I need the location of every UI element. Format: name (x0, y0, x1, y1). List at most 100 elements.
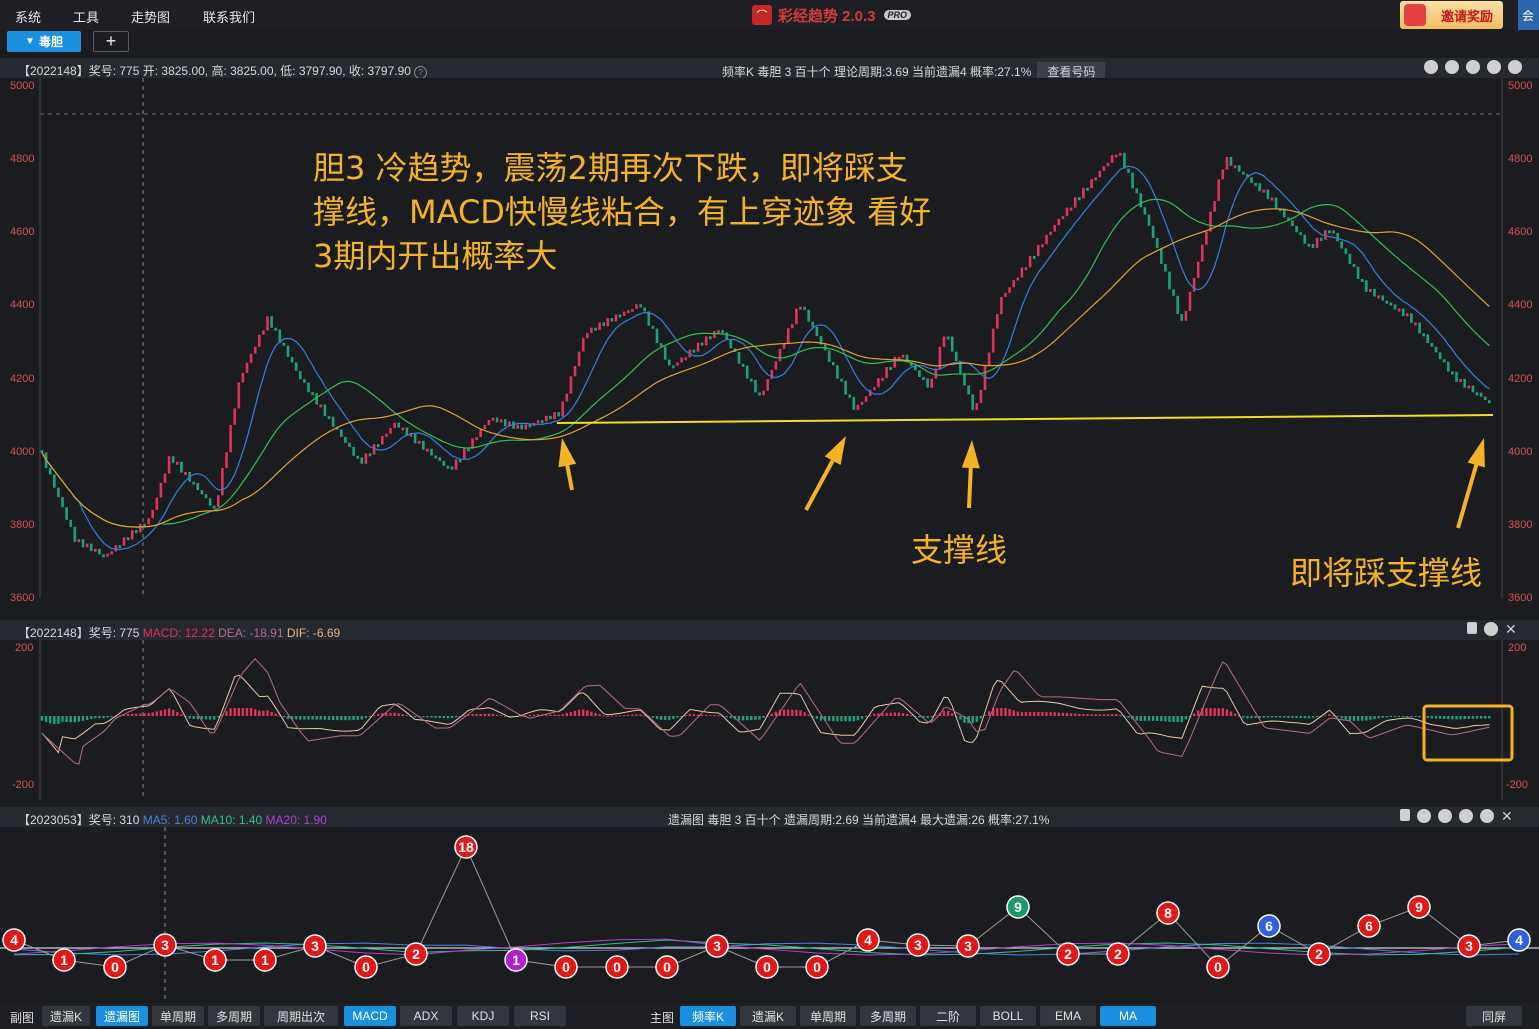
macd-bar (176, 712, 179, 716)
miss-info-prefix: 【2023053】奖号: 310 (18, 813, 143, 827)
settings-icon[interactable] (1484, 622, 1498, 636)
kline-candle (1016, 277, 1020, 281)
close-circle-icon[interactable] (1508, 60, 1522, 74)
macd-bar (73, 716, 76, 723)
main-btn-ema[interactable]: EMA (1040, 1006, 1096, 1026)
down-icon[interactable] (1487, 60, 1501, 74)
miss-point-label: 0 (111, 959, 119, 975)
macd-bar (664, 716, 667, 720)
kline-candle (1299, 232, 1302, 236)
sub-btn-single-period[interactable]: 单周期 (152, 1006, 204, 1026)
main-btn-freq-k[interactable]: 频率K (680, 1006, 736, 1026)
macd-bar (61, 716, 64, 722)
main-btn-miss-k[interactable]: 遗漏K (740, 1006, 796, 1026)
macd-bar (1287, 716, 1290, 718)
sub-btn-miss-k[interactable]: 遗漏K (42, 1006, 90, 1026)
y-tick-right: 4800 (1508, 153, 1533, 165)
same-screen-button[interactable]: 同屏 (1466, 1006, 1522, 1026)
macd-bar (1106, 714, 1110, 716)
kline-candle (741, 363, 745, 367)
macd-bar (1020, 712, 1024, 716)
kline-candle (463, 448, 466, 460)
main-btn-single-period[interactable]: 单周期 (800, 1006, 856, 1026)
kline-candle (307, 382, 310, 393)
miss-point-label: 3 (1465, 938, 1473, 954)
member-button[interactable]: 会 (1518, 0, 1539, 30)
menu-tools[interactable]: 工具 (73, 7, 99, 26)
miss-point: 3 (956, 934, 980, 958)
back-icon[interactable] (1417, 809, 1431, 823)
miss-point: 0 (655, 955, 679, 979)
kline-candle (700, 342, 704, 346)
kline-candle (967, 385, 970, 395)
kline-candle (192, 481, 195, 485)
up-icon[interactable] (1466, 60, 1480, 74)
pin-icon[interactable] (1400, 809, 1410, 821)
macd-bar (1459, 716, 1462, 720)
settings-icon[interactable] (1424, 60, 1438, 74)
macd-bar (832, 716, 835, 722)
tab-dudan[interactable]: ▼ 毒胆 (7, 31, 81, 52)
macd-bar (1315, 716, 1319, 717)
kline-candle (1217, 179, 1220, 201)
macd-bar (413, 716, 417, 717)
kline-candle (225, 452, 228, 468)
macd-bar (1270, 716, 1274, 718)
macd-bar (348, 716, 351, 721)
analysis-annotation: 胆3 冷趋势，震荡2期再次下跌，即将踩支撑线，MACD快慢线粘合，有上穿迹象 看… (313, 149, 932, 275)
macd-bar (258, 710, 261, 716)
kline-candle (635, 304, 638, 309)
sub-btn-macd[interactable]: MACD (344, 1006, 396, 1026)
main-btn-ma[interactable]: MA (1100, 1006, 1156, 1026)
kline-candle (631, 308, 634, 312)
settings-icon[interactable] (1480, 809, 1494, 823)
main-btn-second-order[interactable]: 二阶 (920, 1006, 976, 1026)
sub-btn-kdj[interactable]: KDJ (457, 1006, 509, 1026)
macd-panel-controls: ✕ (1467, 622, 1517, 636)
kline-candle (1160, 248, 1163, 264)
kline-candle (77, 539, 81, 543)
kline-candle (581, 338, 585, 352)
menu-contact[interactable]: 联系我们 (203, 7, 255, 26)
macd-bar (635, 714, 638, 716)
main-btn-boll[interactable]: BOLL (980, 1006, 1036, 1026)
macd-bar (897, 712, 901, 716)
menu-trend-chart[interactable]: 走势图 (131, 7, 170, 26)
kline-candle (446, 465, 450, 469)
pro-badge: PRO (883, 10, 912, 20)
sub-btn-adx[interactable]: ADX (400, 1006, 452, 1026)
macd-bar (344, 716, 347, 721)
close-icon[interactable]: ✕ (1501, 809, 1513, 823)
close-icon[interactable]: ✕ (1505, 622, 1517, 636)
kline-candle (659, 343, 663, 347)
sub-btn-rsi[interactable]: RSI (514, 1006, 566, 1026)
kline-candle (147, 518, 150, 525)
y-tick-left: 4000 (10, 446, 35, 458)
macd-bar (401, 714, 404, 716)
main-btn-multi-period[interactable]: 多周期 (860, 1006, 916, 1026)
kline-candle (368, 453, 372, 457)
kline-candle (1467, 385, 1471, 389)
up-icon[interactable] (1438, 809, 1452, 823)
macd-bar (987, 711, 991, 716)
sub-btn-multi-period[interactable]: 多周期 (208, 1006, 260, 1026)
kline-candle (491, 417, 495, 421)
macd-bar (479, 713, 482, 716)
kline-candle (245, 362, 249, 373)
pin-icon[interactable] (1467, 622, 1477, 634)
add-tab-button[interactable]: + (93, 31, 129, 52)
back-icon[interactable] (1445, 60, 1459, 74)
kline-candle (299, 370, 302, 380)
miss-point: 6 (1257, 914, 1281, 938)
sub-btn-period-count[interactable]: 周期出次 (264, 1006, 338, 1026)
sub-btn-miss-chart[interactable]: 遗漏图 (96, 1006, 148, 1026)
kline-candle (139, 523, 142, 533)
kline-candle (1266, 189, 1270, 200)
tab-bar (0, 30, 1539, 54)
macd-panel-info: 【2022148】奖号: 775 MACD: 12.22 DEA: -18.91… (18, 624, 340, 641)
down-icon[interactable] (1459, 809, 1473, 823)
macd-bar (1262, 716, 1265, 718)
y-tick-left: 3800 (10, 519, 35, 531)
invite-reward-button[interactable]: 邀请奖励 (1400, 1, 1503, 29)
menu-system[interactable]: 系统 (15, 7, 41, 26)
